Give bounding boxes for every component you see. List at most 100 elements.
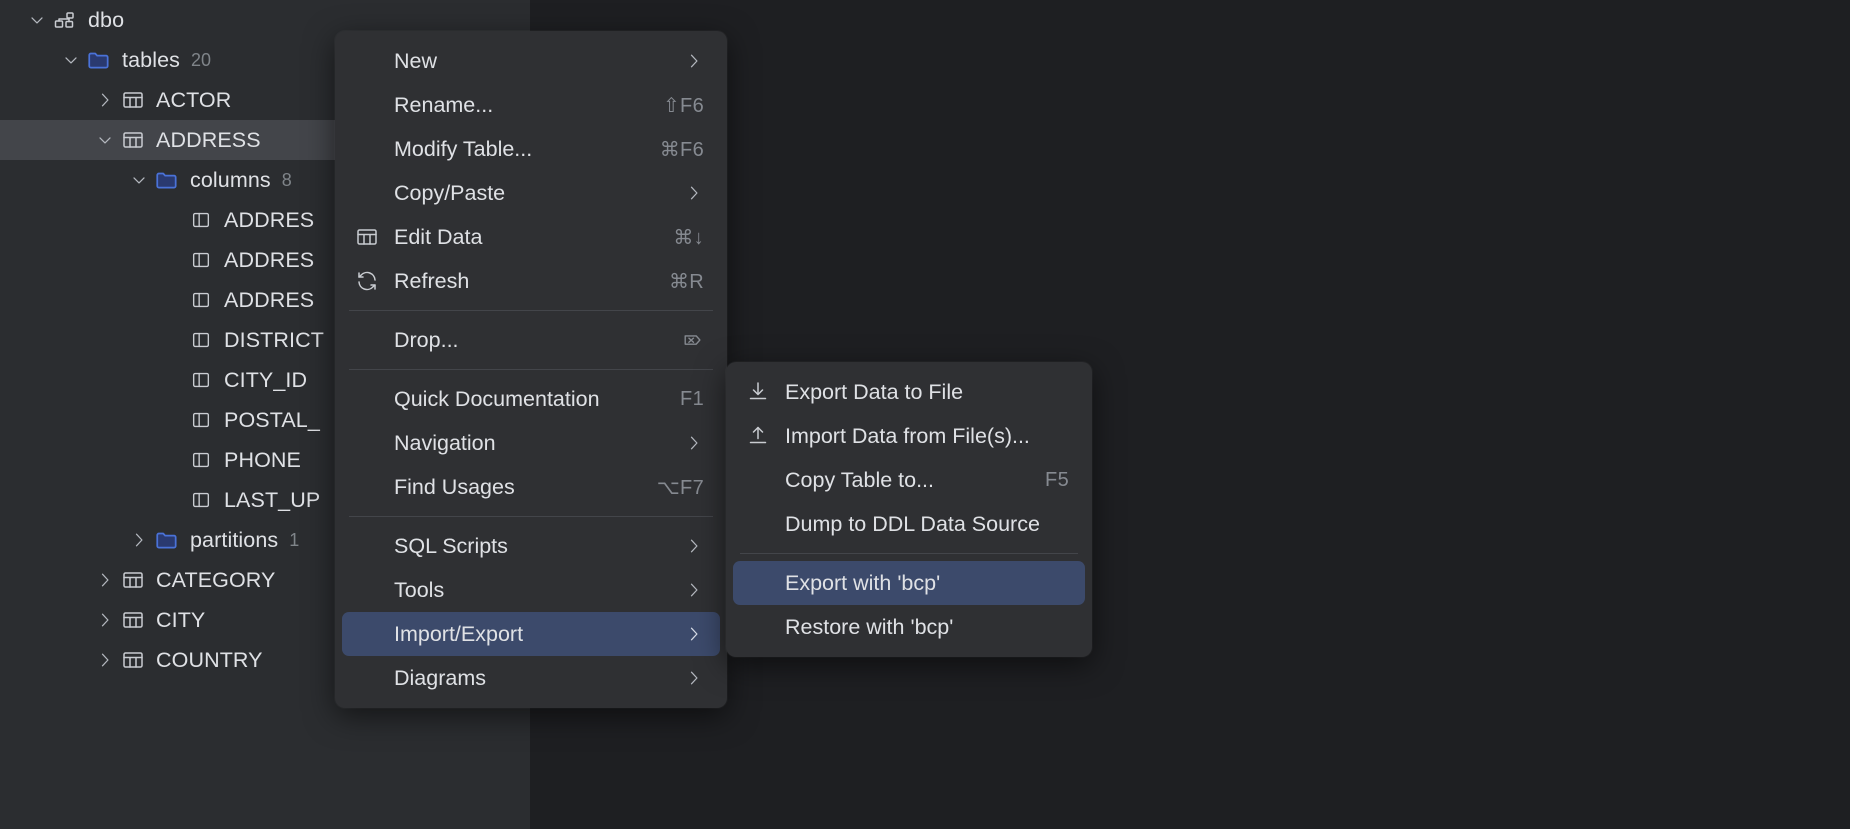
- chevron-down-icon[interactable]: [126, 160, 152, 200]
- column-icon: [186, 320, 216, 360]
- table-icon: [352, 225, 382, 249]
- menu-item[interactable]: Import/Export: [342, 612, 720, 656]
- column-icon: [186, 440, 216, 480]
- download-icon: [743, 380, 773, 404]
- chevron-down-icon[interactable]: [58, 40, 84, 80]
- menu-item[interactable]: Drop...: [342, 318, 720, 362]
- menu-item-label: Dump to DDL Data Source: [785, 512, 1069, 537]
- menu-item-label: Export with 'bcp': [785, 571, 1069, 596]
- menu-separator: [349, 369, 713, 370]
- menu-item-label: Refresh: [394, 269, 645, 294]
- tree-item-count: 8: [282, 170, 292, 191]
- menu-item-label: New: [394, 49, 660, 74]
- menu-item-label: Find Usages: [394, 475, 633, 500]
- menu-item[interactable]: Copy/Paste: [342, 171, 720, 215]
- chevron-right-icon: [684, 183, 704, 203]
- menu-item[interactable]: Find Usages⌥F7: [342, 465, 720, 509]
- menu-item-label: Export Data to File: [785, 380, 1069, 405]
- menu-item[interactable]: Rename... ⇧F6: [342, 83, 720, 127]
- refresh-icon: [352, 269, 382, 293]
- tree-item-count: 1: [289, 530, 299, 551]
- menu-item[interactable]: Export Data to File: [733, 370, 1085, 414]
- app-root: dbo tables 20 ACTOR ADDRESS columns 8 ADDRES ADD…: [0, 0, 1850, 829]
- chevron-right-icon[interactable]: [92, 640, 118, 680]
- chevron-right-icon[interactable]: [92, 80, 118, 120]
- tree-item-count: 20: [191, 50, 211, 71]
- table-icon: [118, 560, 148, 600]
- menu-item-shortcut: ⇧F6: [663, 93, 704, 118]
- chevron-right-icon: [684, 51, 704, 71]
- tree-twisty-placeholder: [160, 200, 186, 240]
- menu-item-label: Edit Data: [394, 225, 649, 250]
- tree-item-label: partitions: [190, 528, 278, 553]
- menu-item[interactable]: Diagrams: [342, 656, 720, 700]
- menu-item-label: Rename...: [394, 93, 639, 118]
- tree-item-label: PHONE: [224, 448, 301, 473]
- chevron-right-icon: [684, 624, 704, 644]
- menu-separator: [349, 516, 713, 517]
- tree-item-label: LAST_UP: [224, 488, 320, 513]
- chevron-right-icon: [684, 433, 704, 453]
- menu-item[interactable]: Quick Documentation F1: [342, 377, 720, 421]
- folder-icon: [152, 520, 182, 560]
- import-export-submenu[interactable]: Export Data to File Import Data from File…: [726, 362, 1092, 657]
- menu-item[interactable]: Export with 'bcp': [733, 561, 1085, 605]
- column-icon: [186, 360, 216, 400]
- tree-item-label: ADDRES: [224, 288, 314, 313]
- menu-item[interactable]: Restore with 'bcp': [733, 605, 1085, 649]
- chevron-down-icon[interactable]: [24, 0, 50, 40]
- chevron-right-icon[interactable]: [126, 520, 152, 560]
- chevron-right-icon[interactable]: [92, 560, 118, 600]
- tree-item-label: POSTAL_: [224, 408, 320, 433]
- tree-item-label: CITY: [156, 608, 205, 633]
- folder-icon: [152, 160, 182, 200]
- menu-item-label: Navigation: [394, 431, 660, 456]
- menu-item[interactable]: Modify Table...⌘F6: [342, 127, 720, 171]
- tree-item-label: DISTRICT: [224, 328, 324, 353]
- table-context-menu[interactable]: New Rename... ⇧F6 Modify Table...⌘F6 Copy/Pa…: [335, 31, 727, 708]
- tree-item-label: tables: [122, 48, 180, 73]
- menu-item[interactable]: Edit Data ⌘↓: [342, 215, 720, 259]
- column-icon: [186, 240, 216, 280]
- tree-item-label: dbo: [88, 8, 124, 33]
- menu-item-label: Copy Table to...: [785, 468, 1021, 493]
- menu-item-label: Quick Documentation: [394, 387, 656, 412]
- menu-item-label: Import/Export: [394, 622, 660, 647]
- menu-item[interactable]: Tools: [342, 568, 720, 612]
- table-icon: [118, 600, 148, 640]
- menu-item[interactable]: Import Data from File(s)...: [733, 414, 1085, 458]
- chevron-right-icon: [684, 580, 704, 600]
- menu-item-label: Modify Table...: [394, 137, 636, 162]
- chevron-right-icon[interactable]: [92, 600, 118, 640]
- menu-item-label: Diagrams: [394, 666, 660, 691]
- menu-item-label: Copy/Paste: [394, 181, 660, 206]
- menu-item-shortcut: ⌘↓: [673, 225, 704, 250]
- tree-item-label: columns: [190, 168, 271, 193]
- folder-icon: [84, 40, 114, 80]
- chevron-down-icon[interactable]: [92, 120, 118, 160]
- menu-item-label: Restore with 'bcp': [785, 615, 1069, 640]
- menu-item[interactable]: Refresh⌘R: [342, 259, 720, 303]
- menu-item[interactable]: Copy Table to... F5: [733, 458, 1085, 502]
- menu-item-label: Drop...: [394, 328, 658, 353]
- tree-item-label: CITY_ID: [224, 368, 307, 393]
- menu-item[interactable]: Dump to DDL Data Source: [733, 502, 1085, 546]
- chevron-right-icon: [684, 536, 704, 556]
- tree-item-label: ADDRES: [224, 208, 314, 233]
- menu-separator: [349, 310, 713, 311]
- menu-item[interactable]: Navigation: [342, 421, 720, 465]
- menu-item[interactable]: New: [342, 39, 720, 83]
- tree-item-label: ADDRESS: [156, 128, 261, 153]
- menu-item-shortcut: F1: [680, 388, 704, 411]
- menu-item[interactable]: SQL Scripts: [342, 524, 720, 568]
- column-icon: [186, 400, 216, 440]
- tree-twisty-placeholder: [160, 360, 186, 400]
- column-icon: [186, 200, 216, 240]
- tree-item-label: ADDRES: [224, 248, 314, 273]
- upload-icon: [743, 424, 773, 448]
- tree-twisty-placeholder: [160, 440, 186, 480]
- tree-item-label: ACTOR: [156, 88, 231, 113]
- tree-twisty-placeholder: [160, 320, 186, 360]
- column-icon: [186, 280, 216, 320]
- menu-item-shortcut: F5: [1045, 469, 1069, 492]
